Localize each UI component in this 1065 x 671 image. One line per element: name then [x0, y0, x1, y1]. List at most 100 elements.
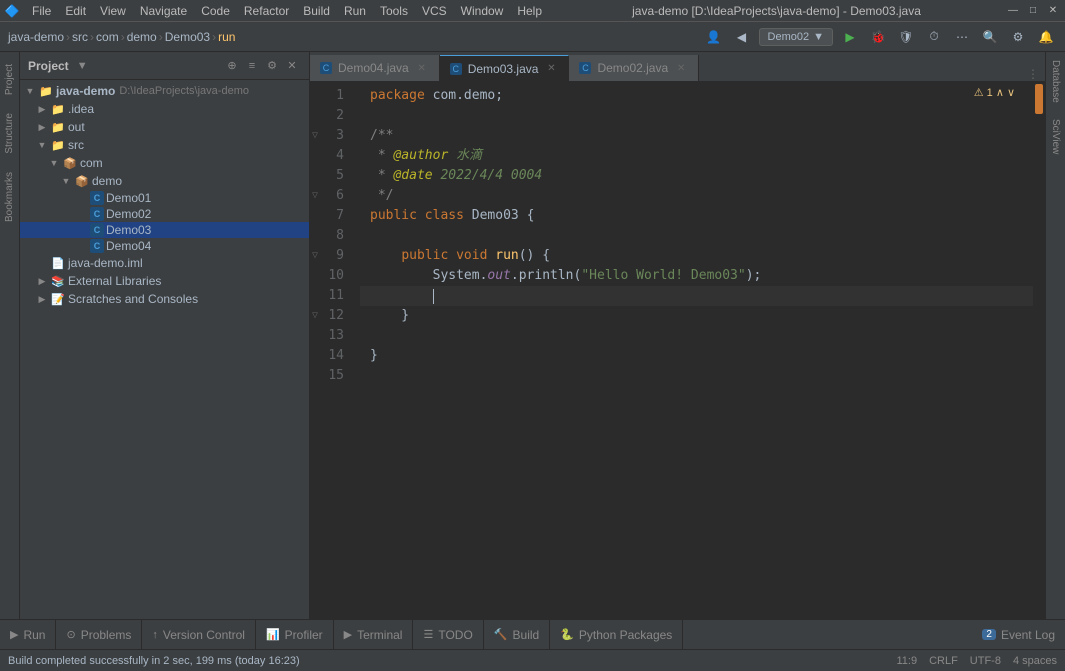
breadcrumb-java-demo[interactable]: java-demo [8, 30, 64, 44]
breadcrumb-com[interactable]: com [96, 30, 119, 44]
minimize-button[interactable]: — [1005, 3, 1021, 19]
gutter-error-marker[interactable] [1035, 84, 1043, 114]
close-button[interactable]: ✕ [1045, 3, 1061, 19]
settings-icon[interactable]: ⚙ [1007, 26, 1029, 48]
tree-item-out[interactable]: ▶ 📁 out [20, 118, 309, 136]
bottom-tab-build[interactable]: 🔨 Build [484, 620, 550, 649]
notification-icon[interactable]: 🔔 [1035, 26, 1057, 48]
tree-label-demo: demo [92, 174, 122, 188]
code-editor[interactable]: 1 2 ▽3 4 5 ▽6 7 8 ▽9 10 11 ▽12 [310, 82, 1045, 619]
menu-edit[interactable]: Edit [59, 2, 92, 20]
right-panel-scview[interactable]: SciView [1048, 111, 1063, 162]
code-content[interactable]: package com.demo; /** * @author 水滴 * @da… [360, 82, 1033, 619]
tab-bar: C Demo04.java ✕ C Demo03.java ✕ C Demo02… [310, 52, 1045, 82]
bottom-tab-profiler-label: Profiler [285, 628, 323, 642]
breadcrumb-demo03[interactable]: Demo03 [165, 30, 210, 44]
tree-item-com[interactable]: ▼ 📦 com [20, 154, 309, 172]
breadcrumb-demo[interactable]: demo [127, 30, 157, 44]
fold-icon-9[interactable]: ▽ [312, 246, 318, 266]
sidebar-item-structure[interactable]: Structure [2, 105, 17, 162]
tree-item-demo04[interactable]: ▶ C Demo04 [20, 238, 309, 254]
nav-back-icon[interactable]: ◀ [731, 26, 753, 48]
menu-run[interactable]: Run [338, 2, 372, 20]
sidebar-item-project[interactable]: Project [2, 56, 17, 103]
demo03-tab-close[interactable]: ✕ [544, 62, 558, 76]
bottom-tab-problems[interactable]: ⊙ Problems [56, 620, 142, 649]
tree-item-demo[interactable]: ▼ 📦 demo [20, 172, 309, 190]
bottom-tab-run[interactable]: ▶ Run [0, 620, 56, 649]
tree-path: D:\IdeaProjects\java-demo [119, 85, 249, 97]
menu-code[interactable]: Code [195, 2, 236, 20]
tree-item-demo02[interactable]: ▶ C Demo02 [20, 206, 309, 222]
status-position[interactable]: 11:9 [896, 655, 917, 667]
bottom-tab-python-packages[interactable]: 🐍 Python Packages [550, 620, 683, 649]
right-panel-database[interactable]: Database [1048, 52, 1063, 111]
demo01-class-icon: C [90, 191, 104, 205]
fold-icon-3[interactable]: ▽ [312, 126, 318, 146]
menu-vcs[interactable]: VCS [416, 2, 453, 20]
tree-label-idea: .idea [68, 102, 94, 116]
menu-help[interactable]: Help [511, 2, 548, 20]
panel-locate-icon[interactable]: ⊕ [223, 57, 241, 75]
status-indent[interactable]: 4 spaces [1013, 655, 1057, 667]
menu-navigate[interactable]: Navigate [134, 2, 193, 20]
menu-window[interactable]: Window [455, 2, 510, 20]
tree-label-com: com [80, 156, 103, 170]
coverage-button[interactable]: 🛡 [895, 26, 917, 48]
status-bar: Build completed successfully in 2 sec, 1… [0, 649, 1065, 671]
debug-button[interactable]: 🐞 [867, 26, 889, 48]
panel-gear-icon[interactable]: ⚙ [263, 57, 281, 75]
run-button[interactable]: ▶ [839, 26, 861, 48]
right-gutter[interactable] [1033, 82, 1045, 619]
fold-icon-12[interactable]: ▽ [312, 306, 318, 326]
breadcrumb: java-demo › src › com › demo › Demo03 › … [8, 30, 235, 44]
bottom-tab-terminal-label: Terminal [357, 628, 402, 642]
menu-build[interactable]: Build [297, 2, 336, 20]
bottom-tab-version-control[interactable]: ↑ Version Control [142, 620, 256, 649]
menu-view[interactable]: View [94, 2, 132, 20]
event-log[interactable]: 2 Event Log [972, 628, 1065, 642]
nav-search-icon[interactable]: 👤 [703, 26, 725, 48]
bottom-tab-vcs-label: Version Control [163, 628, 245, 642]
search-everywhere-icon[interactable]: 🔍 [979, 26, 1001, 48]
tab-demo03[interactable]: C Demo03.java ✕ [440, 55, 570, 81]
window-title: java-demo [D:\IdeaProjects\java-demo] - … [550, 4, 1003, 18]
maximize-button[interactable]: □ [1025, 3, 1041, 19]
tree-item-iml[interactable]: ▶ 📄 java-demo.iml [20, 254, 309, 272]
tree-item-demo03[interactable]: ▶ C Demo03 [20, 222, 309, 238]
line-num-15: 15 [310, 366, 352, 386]
profile-button[interactable]: ⏱ [923, 26, 945, 48]
warning-badge[interactable]: ⚠ 1 ∧ ∨ [974, 86, 1015, 99]
tree-item-scratches[interactable]: ▶ 📝 Scratches and Consoles [20, 290, 309, 308]
bottom-tab-todo[interactable]: ☰ TODO [413, 620, 483, 649]
tree-item-demo01[interactable]: ▶ C Demo01 [20, 190, 309, 206]
tree-item-java-demo[interactable]: ▼ 📁 java-demo D:\IdeaProjects\java-demo [20, 82, 309, 100]
menu-file[interactable]: File [26, 2, 57, 20]
run-config-dropdown[interactable]: Demo02 ▼ [759, 28, 833, 46]
panel-close-icon[interactable]: ✕ [283, 57, 301, 75]
tree-item-src[interactable]: ▼ 📁 src [20, 136, 309, 154]
tab-demo04[interactable]: C Demo04.java ✕ [310, 55, 440, 81]
breadcrumb-src[interactable]: src [72, 30, 88, 44]
status-encoding[interactable]: UTF-8 [970, 655, 1001, 667]
more-run-options[interactable]: ⋯ [951, 26, 973, 48]
tree-item-ext-libs[interactable]: ▶ 📚 External Libraries [20, 272, 309, 290]
tab-overflow-button[interactable]: ⋮ [1021, 67, 1045, 81]
tree-arrow: ▼ [24, 85, 36, 97]
bottom-tab-problems-label: Problems [81, 628, 132, 642]
demo04-tab-close[interactable]: ✕ [415, 61, 429, 75]
demo02-tab-close[interactable]: ✕ [674, 61, 688, 75]
bottom-tab-profiler[interactable]: 📊 Profiler [256, 620, 334, 649]
panel-dropdown-icon[interactable]: ▼ [77, 60, 88, 72]
fold-icon-6[interactable]: ▽ [312, 186, 318, 206]
panel-collapse-icon[interactable]: ≡ [243, 57, 261, 75]
tree-label-demo02: Demo02 [106, 207, 151, 221]
menu-tools[interactable]: Tools [374, 2, 414, 20]
status-line-ending[interactable]: CRLF [929, 655, 958, 667]
breadcrumb-run[interactable]: run [218, 30, 235, 44]
sidebar-item-bookmarks[interactable]: Bookmarks [2, 164, 17, 230]
tree-item-idea[interactable]: ▶ 📁 .idea [20, 100, 309, 118]
tab-demo02[interactable]: C Demo02.java ✕ [569, 55, 699, 81]
menu-refactor[interactable]: Refactor [238, 2, 295, 20]
bottom-tab-terminal[interactable]: ▶ Terminal [334, 620, 414, 649]
